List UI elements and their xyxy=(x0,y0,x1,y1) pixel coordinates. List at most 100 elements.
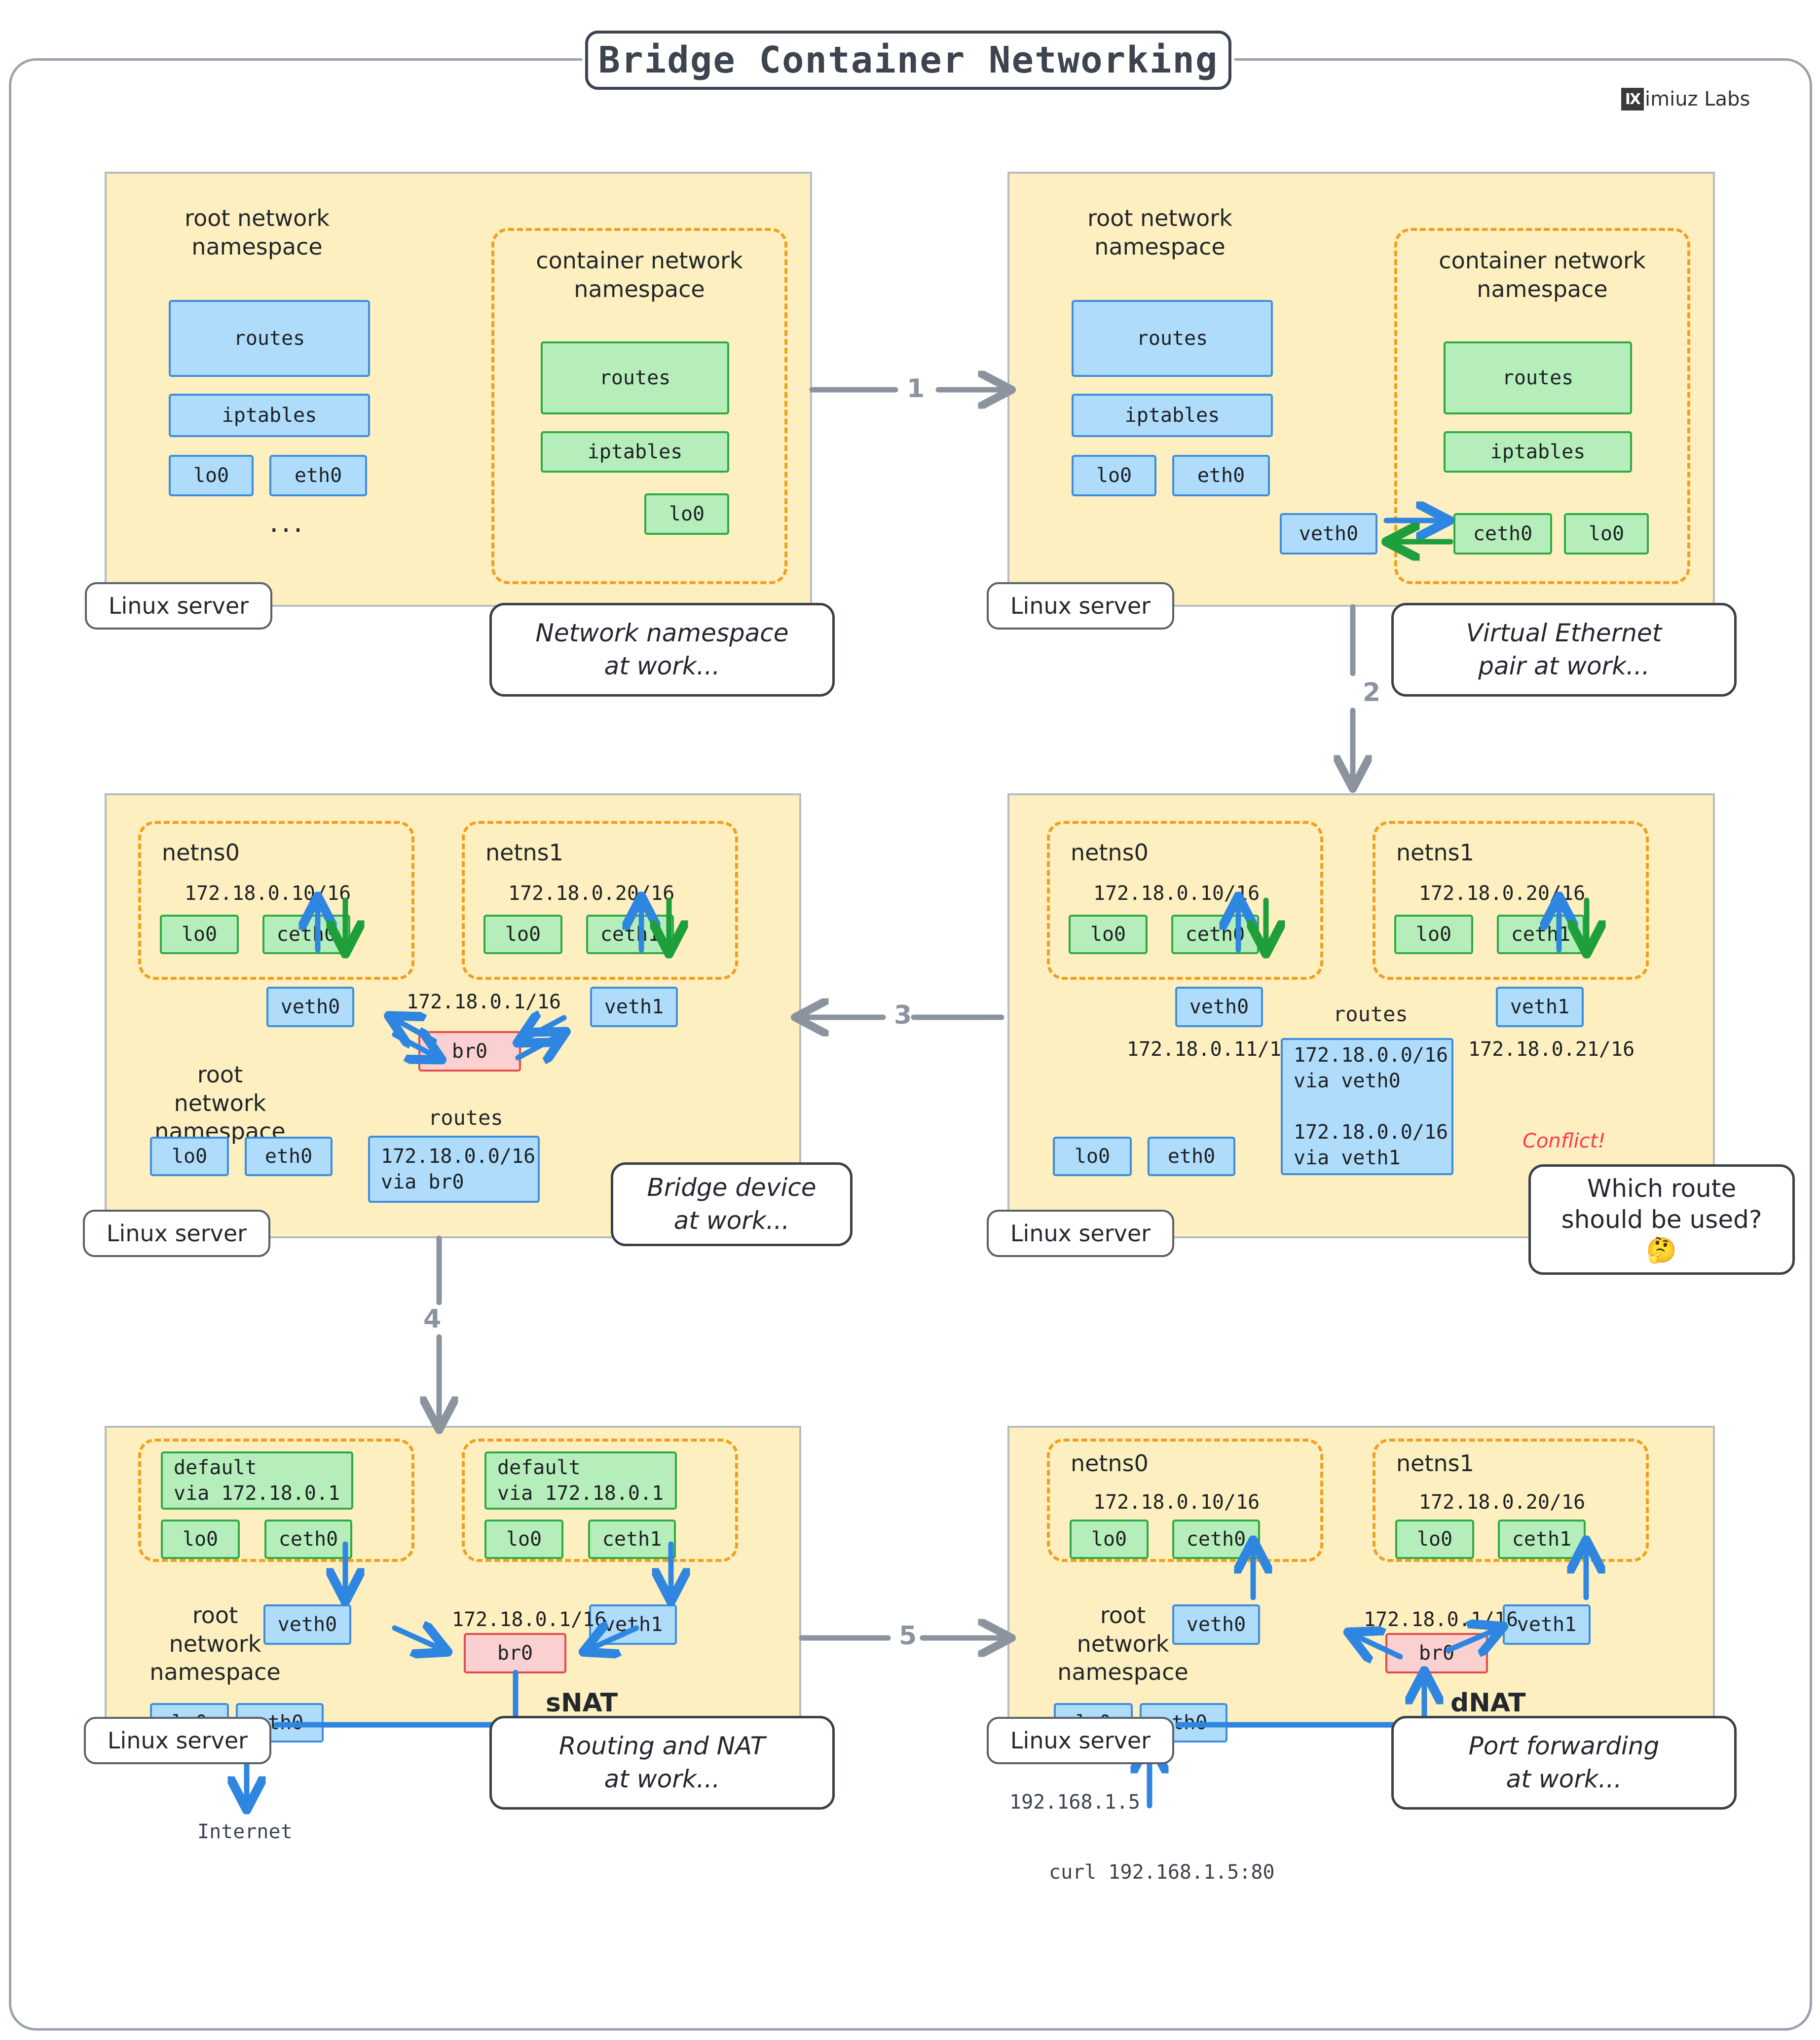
panel3-netns1-ceth1: ceth1 xyxy=(586,915,674,954)
panel1-container-ns-label: container network namespace xyxy=(501,247,778,303)
panel3-netns1-label: netns1 xyxy=(485,839,563,867)
panel4-root-lo0: lo0 xyxy=(1053,1137,1132,1176)
panel6-netns0-ip: 172.18.0.10/16 xyxy=(1093,1491,1260,1514)
panel3-veth1: veth1 xyxy=(590,987,678,1027)
panel5-br0: br0 xyxy=(464,1633,566,1673)
panel2-container-lo0-box: lo0 xyxy=(1564,513,1649,555)
panel6-note-callout: Port forwarding at work... xyxy=(1391,1716,1737,1810)
panel3-netns0-label: netns0 xyxy=(162,839,240,867)
panel6-netns1-ceth1: ceth1 xyxy=(1498,1520,1586,1559)
panel4-veth1-ip: 172.18.0.21/16 xyxy=(1468,1038,1634,1061)
panel3-netns1-lo0: lo0 xyxy=(483,915,562,954)
panel3-root-ns-label: root network namespace xyxy=(146,1061,294,1146)
panel6-veth0: veth0 xyxy=(1172,1604,1260,1645)
panel2-server-callout: Linux server xyxy=(987,582,1174,630)
panel4-veth0-ip: 172.18.0.11/16 xyxy=(1127,1038,1293,1061)
panel4-netns1-ceth1: ceth1 xyxy=(1497,915,1585,954)
panel5-netns1-ceth1: ceth1 xyxy=(588,1520,676,1559)
panel2-ceth0-box: ceth0 xyxy=(1453,513,1552,555)
panel-port-forwarding: netns0 172.18.0.10/16 lo0 ceth0 netns1 1… xyxy=(1007,1426,1715,1728)
panel-routing-nat: default via 172.18.0.1 lo0 ceth0 default… xyxy=(105,1426,801,1728)
panel2-note-callout: Virtual Ethernet pair at work... xyxy=(1391,603,1737,697)
panel2-container-routes-box: routes xyxy=(1444,341,1632,414)
panel4-veth0: veth0 xyxy=(1175,987,1263,1027)
panel6-netns1-lo0: lo0 xyxy=(1395,1520,1474,1559)
panel6-br0: br0 xyxy=(1385,1633,1488,1673)
panel6-curl-command: curl 192.168.1.5:80 xyxy=(1049,1861,1275,1884)
panel5-internet-label: Internet xyxy=(197,1820,293,1843)
panel2-iptables-box: iptables xyxy=(1072,394,1273,437)
panel5-snat-label: sNAT xyxy=(546,1688,618,1718)
panel4-veth1: veth1 xyxy=(1496,987,1584,1027)
panel1-routes-box: routes xyxy=(169,300,370,377)
panel-network-namespace: root network namespace container network… xyxy=(105,172,812,607)
panel6-netns1-label: netns1 xyxy=(1396,1449,1474,1478)
panel5-netns1-route: default via 172.18.0.1 xyxy=(484,1451,677,1510)
panel3-br0: br0 xyxy=(418,1031,521,1072)
panel4-netns0-ceth0: ceth0 xyxy=(1171,915,1259,954)
panel2-eth0-box: eth0 xyxy=(1172,455,1270,496)
panel6-host-ip-label: 192.168.1.5 xyxy=(1009,1791,1140,1814)
panel4-netns1-ip: 172.18.0.20/16 xyxy=(1419,882,1585,905)
panel1-lo0-box: lo0 xyxy=(169,455,254,496)
panel1-note-callout: Network namespace at work... xyxy=(489,603,835,697)
panel6-netns0-ceth0: ceth0 xyxy=(1172,1520,1260,1559)
panel4-netns1-lo0: lo0 xyxy=(1394,915,1473,954)
panel4-netns0-ip: 172.18.0.10/16 xyxy=(1093,882,1260,905)
panel1-root-ns-label: root network namespace xyxy=(151,204,363,261)
panel2-container-iptables-box: iptables xyxy=(1444,431,1632,473)
step-number-3: 3 xyxy=(894,1001,912,1030)
panel6-netns1-ip: 172.18.0.20/16 xyxy=(1419,1491,1585,1514)
panel6-netns0-label: netns0 xyxy=(1071,1449,1149,1478)
page-title-text: Bridge Container Networking xyxy=(598,39,1219,81)
panel4-netns0-label: netns0 xyxy=(1071,839,1149,867)
panel1-ellipsis: ... xyxy=(269,505,305,539)
panel5-veth0: veth0 xyxy=(263,1604,351,1645)
panel6-bridge-ip: 172.18.0.1/16 xyxy=(1364,1608,1518,1631)
step-number-4: 4 xyxy=(423,1304,441,1334)
panel5-netns1-lo0: lo0 xyxy=(484,1520,563,1559)
panel4-netns1-label: netns1 xyxy=(1396,839,1474,867)
panel3-root-eth0: eth0 xyxy=(245,1137,333,1176)
panel5-server-callout: Linux server xyxy=(84,1717,271,1764)
panel4-conflict-label: Conflict! xyxy=(1523,1130,1605,1152)
panel4-root-eth0: eth0 xyxy=(1148,1137,1235,1176)
panel1-server-callout: Linux server xyxy=(85,582,272,630)
panel5-note-callout: Routing and NAT at work... xyxy=(489,1716,835,1810)
panel2-root-ns-label: root network namespace xyxy=(1054,204,1266,261)
step-number-1: 1 xyxy=(907,374,925,404)
panel3-netns1-ip: 172.18.0.20/16 xyxy=(508,882,674,905)
panel1-container-iptables-box: iptables xyxy=(541,431,729,473)
panel4-note-callout: Which route should be used? 🤔 xyxy=(1528,1164,1795,1275)
panel2-routes-box: routes xyxy=(1072,300,1273,377)
panel3-routes-label: routes xyxy=(428,1105,503,1131)
panel1-iptables-box: iptables xyxy=(169,394,370,437)
panel4-routes-label: routes xyxy=(1333,1001,1408,1028)
panel3-server-callout: Linux server xyxy=(83,1210,270,1257)
panel1-container-routes-box: routes xyxy=(541,341,729,414)
panel2-veth0-box: veth0 xyxy=(1280,513,1377,555)
panel5-netns0-lo0: lo0 xyxy=(161,1520,240,1559)
panel3-veth0: veth0 xyxy=(266,987,354,1027)
panel4-netns0-lo0: lo0 xyxy=(1069,915,1148,954)
panel5-netns0-route: default via 172.18.0.1 xyxy=(161,1451,353,1510)
step-number-5: 5 xyxy=(899,1621,917,1651)
panel3-netns0-ceth0: ceth0 xyxy=(262,915,350,954)
panel3-netns0-ip: 172.18.0.10/16 xyxy=(185,882,351,905)
panel1-container-lo0-box: lo0 xyxy=(644,493,729,535)
panel3-root-lo0: lo0 xyxy=(150,1137,229,1176)
page-title: Bridge Container Networking xyxy=(585,31,1231,90)
panel6-dnat-label: dNAT xyxy=(1450,1688,1525,1718)
panel3-note-callout: Bridge device at work... xyxy=(611,1162,853,1246)
step-number-2: 2 xyxy=(1363,678,1380,707)
panel1-eth0-box: eth0 xyxy=(269,455,367,496)
panel2-container-ns-label: container network namespace xyxy=(1404,247,1680,303)
panel3-bridge-ip: 172.18.0.1/16 xyxy=(407,991,561,1013)
brand-mark-icon: IX xyxy=(1621,88,1644,111)
panel4-server-callout: Linux server xyxy=(987,1210,1174,1257)
panel3-routes-box: 172.18.0.0/16 via br0 xyxy=(368,1136,540,1203)
brand-logo: IX imiuz Labs xyxy=(1621,88,1750,111)
brand-name: imiuz Labs xyxy=(1645,88,1750,111)
panel5-bridge-ip: 172.18.0.1/16 xyxy=(452,1608,606,1631)
panel5-netns0-ceth0: ceth0 xyxy=(264,1520,352,1559)
